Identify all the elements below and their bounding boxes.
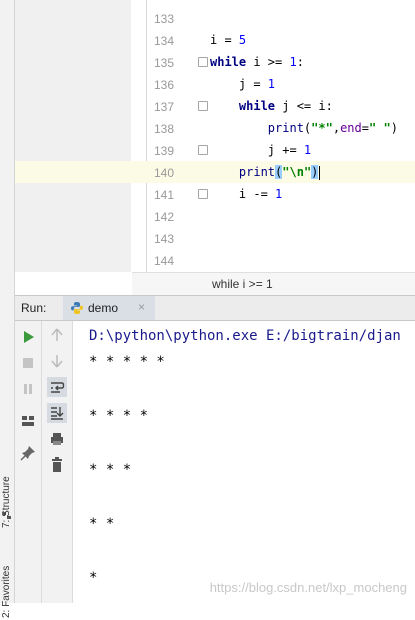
code-text: i = 5 bbox=[210, 33, 247, 47]
favorites-tool-tab[interactable]: 2: Favorites bbox=[0, 530, 14, 620]
line-number: 136 bbox=[153, 78, 174, 92]
code-line[interactable]: 144 bbox=[15, 249, 415, 271]
console-line: * * * * bbox=[89, 408, 149, 424]
code-line[interactable]: 141 i -= 1 bbox=[15, 183, 415, 205]
python-icon bbox=[71, 302, 83, 314]
code-line[interactable]: 142 bbox=[15, 205, 415, 227]
rerun-play-icon[interactable] bbox=[18, 327, 38, 347]
code-line[interactable]: 137 while j <= i: bbox=[15, 95, 415, 117]
console-line: * * * bbox=[89, 462, 132, 478]
code-text: while j <= i: bbox=[238, 99, 333, 113]
breadcrumb[interactable]: while i >= 1 bbox=[132, 272, 415, 295]
run-toolbar-primary bbox=[15, 321, 42, 603]
arrow-down-icon[interactable] bbox=[47, 351, 67, 371]
pin-icon[interactable] bbox=[18, 443, 38, 463]
left-tool-strip: 7: Structure 2: Favorites bbox=[0, 0, 15, 618]
run-tool-window-header: Run: demo × bbox=[15, 295, 415, 321]
fold-toggle-icon[interactable] bbox=[198, 57, 208, 67]
layout-icon[interactable] bbox=[18, 411, 38, 431]
line-number: 137 bbox=[153, 100, 174, 114]
code-line[interactable]: 133 bbox=[15, 7, 415, 29]
console-line: * bbox=[89, 570, 98, 586]
code-editor[interactable]: 133 134 i = 5 135 while i >= 1: 136 j = … bbox=[15, 0, 415, 272]
pause-icon[interactable] bbox=[18, 379, 38, 399]
code-line[interactable]: 138 print("*",end=" ") bbox=[15, 117, 415, 139]
favorites-tab-label: 2: Favorites bbox=[1, 565, 12, 618]
fold-end-icon[interactable] bbox=[198, 145, 208, 155]
line-number: 140 bbox=[153, 166, 174, 180]
line-number: 143 bbox=[153, 232, 174, 246]
code-line[interactable]: 139 j += 1 bbox=[15, 139, 415, 161]
code-text: j += 1 bbox=[210, 143, 312, 157]
code-line[interactable]: 136 j = 1 bbox=[15, 73, 415, 95]
console-line: * * * * * bbox=[89, 354, 165, 370]
console-line: * * bbox=[89, 516, 115, 532]
code-text: while i >= 1: bbox=[210, 55, 304, 69]
code-line[interactable]: 135 while i >= 1: bbox=[15, 51, 415, 73]
stop-icon[interactable] bbox=[18, 353, 38, 373]
arrow-up-icon[interactable] bbox=[47, 325, 67, 345]
soft-wrap-icon[interactable] bbox=[47, 377, 67, 397]
fold-end-icon[interactable] bbox=[198, 189, 208, 199]
code-line[interactable]: 143 bbox=[15, 227, 415, 249]
print-icon[interactable] bbox=[47, 429, 67, 449]
scroll-to-end-icon[interactable] bbox=[47, 403, 67, 423]
code-line-current[interactable]: 140 print("\n") bbox=[15, 161, 415, 183]
line-number: 135 bbox=[153, 56, 174, 70]
fold-toggle-icon[interactable] bbox=[198, 101, 208, 111]
run-toolbar-secondary bbox=[42, 321, 73, 603]
line-number: 142 bbox=[153, 210, 174, 224]
console-output[interactable]: D:\python\python.exe E:/bigtrain/djan * … bbox=[73, 321, 415, 603]
run-label: Run: bbox=[21, 301, 47, 315]
run-tab-label: demo bbox=[88, 301, 119, 315]
line-number: 138 bbox=[153, 122, 174, 136]
trash-icon[interactable] bbox=[47, 455, 67, 475]
run-tab-demo[interactable]: demo × bbox=[63, 296, 155, 320]
code-text: i -= 1 bbox=[210, 187, 283, 201]
structure-tab-label: 7: Structure bbox=[1, 476, 12, 528]
breadcrumb-item[interactable]: while i >= 1 bbox=[212, 277, 273, 291]
line-number: 144 bbox=[153, 254, 174, 268]
code-text: print("\n") bbox=[238, 165, 321, 180]
text-caret bbox=[319, 165, 321, 180]
code-text: print("*",end=" ") bbox=[267, 121, 398, 135]
line-number: 141 bbox=[153, 188, 174, 202]
line-number: 134 bbox=[153, 34, 174, 48]
close-icon[interactable]: × bbox=[138, 300, 145, 314]
watermark: https://blog.csdn.net/lxp_mocheng bbox=[209, 580, 407, 595]
structure-tool-tab[interactable]: 7: Structure bbox=[0, 440, 14, 530]
console-line: D:\python\python.exe E:/bigtrain/djan bbox=[89, 328, 401, 344]
code-line[interactable]: 134 i = 5 bbox=[15, 29, 415, 51]
line-number: 133 bbox=[153, 12, 174, 26]
code-text: j = 1 bbox=[210, 77, 276, 91]
line-number: 139 bbox=[153, 144, 174, 158]
